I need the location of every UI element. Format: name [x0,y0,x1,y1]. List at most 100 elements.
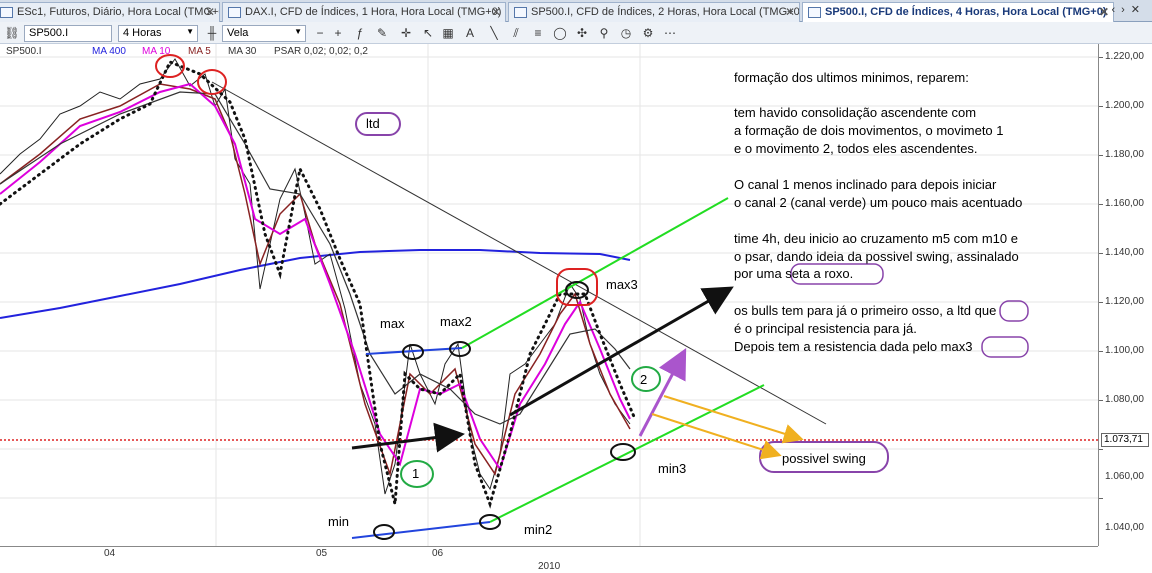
pitchfork-icon[interactable]: ⚲ [596,26,612,41]
chart-icon [0,7,13,18]
label-max2: max2 [440,314,472,329]
yellow-arrow-2 [651,413,782,460]
text-icon[interactable]: A [462,26,478,41]
channel1-lower-line [351,521,491,539]
crosshair-icon[interactable]: ✛ [398,26,414,41]
label-min2: min2 [524,522,553,537]
legend-ma400[interactable]: MA 400 [92,46,126,57]
fibonacci-icon[interactable]: ≡ [530,26,546,41]
channel2-lower-line [489,384,765,523]
chart-icon [228,7,241,18]
zoom-out-icon[interactable]: − [312,26,328,41]
chart-type-value: Vela [227,27,249,39]
circle-min [373,524,395,540]
tab-esc1-daily[interactable]: ESc1, Futuros, Diário, Hora Local (TMG+0… [0,2,220,22]
note-line-6: o canal 2 (canal verde) um pouco mais ac… [734,195,1023,210]
price-tick [1099,351,1103,352]
price-label: 1.040,00 [1105,522,1144,533]
legend-symbol[interactable]: SP500.I [6,46,42,57]
order-icon[interactable]: ⚙ [640,26,656,41]
close-icon[interactable]: ✕ [491,5,501,19]
note-line-9: por uma seta a roxo. [734,266,854,281]
note-line-1: formação dos ultimos minimos, reparem: [734,70,969,85]
ma5-line [0,83,631,477]
price-label: 1.160,00 [1105,198,1144,209]
label-2: 2 [640,372,648,387]
price-label: 1.180,00 [1105,149,1144,160]
legend-ma10[interactable]: MA 10 [142,46,170,57]
tab-label: ESc1, Futuros, Diário, Hora Local (TMG+0… [17,6,220,18]
label-1: 1 [412,466,420,481]
chart-icon [514,7,527,18]
close-icon[interactable]: ✕ [785,5,795,19]
indicator-legend: SP500.I MA 400 MA 10 MA 5 MA 30 PSAR 0,0… [0,44,1100,60]
legend-ma30[interactable]: MA 30 [228,46,256,57]
template-icon[interactable]: ▦ [440,26,456,41]
label-swing: possivel swing [782,451,866,466]
window-controls[interactable]: ‹›✕ [1111,3,1146,16]
more-icon[interactable]: ⋯ [662,26,678,41]
alarm-icon[interactable]: ◷ [618,26,634,41]
link-icon[interactable]: ⛓ [4,26,20,41]
ma400-line [0,249,631,319]
price-tick [1099,106,1103,107]
zoom-in-icon[interactable]: + [330,26,346,41]
price-label: 1.120,00 [1105,296,1144,307]
price-label: 1.220,00 [1105,51,1144,62]
price-tick [1099,449,1103,450]
note-line-12: Depois tem a resistencia dada pelo max3 [734,339,973,354]
price-label: 1.200,00 [1105,100,1144,111]
note-line-2: tem havido consolidação ascendente com [734,105,977,120]
ma10-line [0,82,631,472]
price-label: 1.080,00 [1105,394,1144,405]
note-line-10: os bulls tem para já o primeiro osso, a … [734,303,997,318]
draw-tools-icon[interactable]: ✎ [374,26,390,41]
timeframe-select[interactable]: 4 Horas ▼ [118,25,198,42]
year-label: 2010 [538,561,561,572]
symbol-input[interactable]: SP500.I [24,25,112,42]
chevron-down-icon: ▼ [186,27,194,36]
tab-label: SP500.I, CFD de Índices, 2 Horas, Hora L… [531,6,800,18]
note-line-3: a formação de dois movimentos, o movimet… [734,123,1004,138]
legend-ma5[interactable]: MA 5 [188,46,211,57]
tab-label: SP500.I, CFD de Índices, 4 Horas, Hora L… [825,6,1107,18]
chart-toolbar: ⛓ SP500.I 4 Horas ▼ ╫ Vela ▼ − + ƒ ✎ ✛ ↖… [0,22,1152,44]
cursor-icon[interactable]: ↖ [420,26,436,41]
note-line-4: e o movimento 2, todos eles ascendentes. [734,141,978,156]
channel-icon[interactable]: ⫽ [508,26,524,41]
gann-icon[interactable]: ✣ [574,26,590,41]
price-label: 1.100,00 [1105,345,1144,356]
tab-sp500-4h[interactable]: SP500.I, CFD de Índices, 4 Horas, Hora L… [802,2,1114,22]
timeframe-value: 4 Horas [123,27,162,39]
time-label: 05 [316,548,328,559]
close-icon[interactable]: ✕ [1099,5,1109,19]
symbol-value: SP500.I [29,27,69,39]
price-tick [1099,498,1103,499]
ma30-line [0,91,631,425]
label-min: min [328,514,349,529]
psar-dots [0,60,637,509]
price-line [0,58,631,495]
ellipse-icon[interactable]: ◯ [552,26,568,41]
candle-icon[interactable]: ╫ [204,26,220,41]
time-label: 06 [432,548,444,559]
price-axis[interactable]: 1.220,00 1.200,00 1.180,00 1.160,00 1.14… [1098,44,1152,546]
chart-icon [808,7,821,18]
close-icon[interactable]: ✕ [205,5,215,19]
tab-sp500-2h[interactable]: SP500.I, CFD de Índices, 2 Horas, Hora L… [508,2,800,22]
price-tick [1099,155,1103,156]
chart-type-select[interactable]: Vela ▼ [222,25,306,42]
price-series-group [0,58,637,509]
price-tick [1099,204,1103,205]
time-axis[interactable]: 04 05 06 2010 [0,546,1098,573]
label-max3: max3 [606,277,638,292]
indicator-icon[interactable]: ƒ [352,26,368,41]
note-line-11: é o principal resistencia para já. [734,321,917,336]
label-max: max [380,316,405,331]
tab-label: DAX.I, CFD de Índices, 1 Hora, Hora Loca… [245,6,502,18]
trendline-icon[interactable]: ╲ [486,26,502,41]
note-line-5: O canal 1 menos inclinado para depois in… [734,177,997,192]
tab-dax-1h[interactable]: DAX.I, CFD de Índices, 1 Hora, Hora Loca… [222,2,506,22]
price-tick [1099,253,1103,254]
legend-psar[interactable]: PSAR 0,02; 0,02; 0,2 [274,46,368,57]
